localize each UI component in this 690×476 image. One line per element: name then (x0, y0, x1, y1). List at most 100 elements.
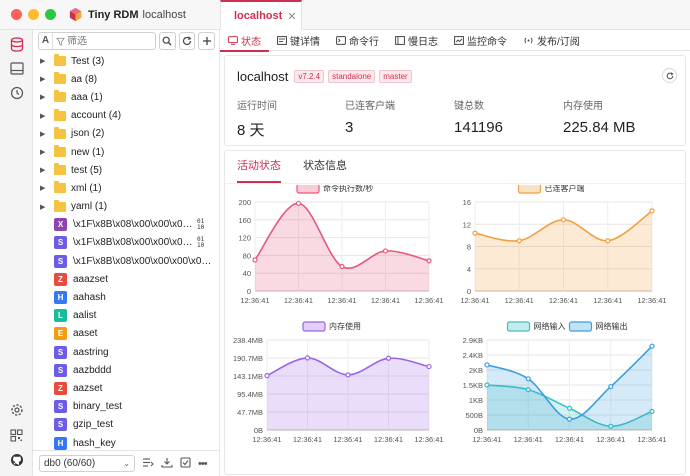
add-key-button[interactable] (198, 32, 216, 50)
minimize-window-button[interactable] (28, 9, 39, 20)
tree-key[interactable]: Zaazset (33, 379, 220, 397)
tab-localhost[interactable]: localhost ✕ (220, 0, 302, 30)
settings-icon[interactable] (8, 401, 25, 418)
main-panel: 状态 键详情 命令行 慢日志 监控命令 发布/订阅 localhost v7.2… (220, 30, 690, 476)
folder-label: json (2) (71, 128, 105, 140)
tree-key[interactable]: Sbinary_test (33, 398, 220, 416)
x-tick-label: 12:36:41 (240, 296, 269, 305)
key-name: hash_key (73, 437, 116, 449)
filter-input[interactable] (67, 35, 155, 47)
tree-key[interactable]: X \x1F\x8B\x08\x00\x00\x00\x00...0110 (33, 216, 220, 234)
server-host: localhost (237, 69, 289, 84)
monitor-icon[interactable] (8, 60, 25, 77)
y-tick-label: 120 (238, 234, 251, 243)
tree-folder[interactable]: ▶ Test (3) (33, 52, 220, 70)
activity-bar (0, 30, 33, 476)
tree-folder[interactable]: ▶ new (1) (33, 143, 220, 161)
chevron-right-icon[interactable]: ▶ (40, 166, 48, 174)
key-name: aazbddd (73, 364, 112, 376)
tab-slowlog[interactable]: 慢日志 (387, 30, 446, 51)
chevron-right-icon[interactable]: ▶ (40, 112, 48, 120)
legend-swatch (302, 321, 326, 332)
chevron-right-icon[interactable]: ▶ (40, 57, 48, 65)
maximize-window-button[interactable] (45, 9, 56, 20)
database-icon[interactable] (8, 36, 25, 53)
plus-icon (202, 37, 211, 45)
tree-key[interactable]: S \x1F\x8B\x08\x00\x00\x00\x00\x0... (33, 252, 220, 270)
refresh-status-button[interactable] (662, 68, 677, 83)
chart-3: 0B 500B 1KB 1.5KB 2KB 2.4KB 2.9KB 12:36:41 12:36… (463, 321, 667, 444)
key-type-badge: Z (54, 381, 67, 395)
import-icon[interactable] (161, 457, 173, 471)
key-name: gzip_test (73, 419, 114, 431)
tree-folder[interactable]: ▶ xml (1) (33, 179, 220, 197)
chevron-right-icon[interactable]: ▶ (40, 130, 48, 138)
folder-label: aaa (1) (71, 91, 103, 103)
folder-label: xml (1) (71, 182, 102, 194)
chevron-right-icon[interactable]: ▶ (40, 184, 48, 192)
tree-folder[interactable]: ▶ aaa (1) (33, 88, 220, 106)
tab-info[interactable]: 状态信息 (303, 151, 347, 181)
data-point (516, 238, 522, 244)
stat-keys: 键总数 141196 (454, 97, 503, 136)
tree-key[interactable]: S \x1F\x8B\x08\x00\x00\x09n\x88...0110 (33, 234, 220, 252)
tree-folder[interactable]: ▶ account (4) (33, 107, 220, 125)
tree-key[interactable]: Zaaazset (33, 270, 220, 288)
tree-folder[interactable]: ▶ aa (8) (33, 70, 220, 88)
tree-folder[interactable]: ▶ json (2) (33, 125, 220, 143)
github-icon[interactable] (8, 451, 25, 468)
role-tag: master (379, 70, 412, 83)
search-icon (162, 36, 172, 46)
y-tick-label: 0 (467, 287, 471, 296)
stat-uptime: 运行时间 8 天 (237, 97, 277, 140)
tree-key[interactable]: Saazbddd (33, 361, 220, 379)
tree-folder[interactable]: ▶ test (5) (33, 161, 220, 179)
legend-swatch (506, 321, 531, 332)
chevron-right-icon[interactable]: ▶ (40, 75, 48, 83)
tab-label: 命令行 (349, 36, 379, 48)
tab-monitor[interactable]: 监控命令 (446, 30, 515, 51)
close-window-button[interactable] (11, 9, 22, 20)
x-tick-label: 12:36:41 (637, 296, 666, 305)
tree-key[interactable]: Sgzip_test (33, 416, 220, 434)
y-tick-label: 8 (467, 243, 471, 252)
tab-cli[interactable]: 命令行 (328, 30, 387, 51)
tab-key-detail[interactable]: 键详情 (269, 30, 328, 51)
tab-status[interactable]: 状态 (220, 30, 269, 52)
checkbox-select-icon[interactable] (180, 456, 191, 471)
tree-key[interactable]: Eaaset (33, 325, 220, 343)
tab-pubsub[interactable]: 发布/订阅 (515, 30, 588, 51)
chevron-right-icon[interactable]: ▶ (40, 93, 48, 101)
history-icon[interactable] (8, 84, 25, 101)
window-controls (11, 9, 56, 20)
tab-close-icon[interactable]: ✕ (287, 10, 296, 23)
qrcode-icon[interactable] (8, 427, 25, 444)
filter-box: A (38, 32, 156, 50)
filter-row: A (38, 32, 216, 50)
server-header: localhost v7.2.4 standalone master (237, 69, 412, 84)
data-point (605, 238, 611, 244)
key-name: binary_test (73, 401, 122, 413)
x-tick-label: 12:36:41 (596, 435, 625, 444)
refresh-keys-button[interactable] (178, 32, 196, 50)
tree-key[interactable]: Laalist (33, 307, 220, 325)
chevron-right-icon[interactable]: ▶ (40, 203, 48, 211)
more-icon[interactable]: ••• (198, 458, 208, 470)
tree-key[interactable]: Haahash (33, 288, 220, 306)
x-tick-label: 12:36:41 (593, 296, 622, 305)
tree-key[interactable]: Saastring (33, 343, 220, 361)
y-tick-label: 160 (238, 216, 251, 225)
tab-label: 监控命令 (467, 36, 507, 48)
folder-icon (54, 199, 66, 212)
chevron-right-icon[interactable]: ▶ (40, 148, 48, 156)
key-type-selector[interactable]: A (39, 33, 53, 49)
x-tick-label: 12:36:41 (514, 435, 543, 444)
search-button[interactable] (159, 32, 176, 50)
data-point (426, 258, 432, 264)
content-subtabs: 状态 键详情 命令行 慢日志 监控命令 发布/订阅 (220, 30, 690, 52)
filter-list-icon[interactable] (142, 457, 154, 471)
tab-activity[interactable]: 活动状态 (237, 151, 281, 183)
database-select[interactable]: db0 (60/60) ⌄ (39, 455, 135, 472)
activity-tabs: 活动状态 状态信息 (237, 151, 347, 183)
tree-folder[interactable]: ▶ yaml (1) (33, 198, 220, 216)
